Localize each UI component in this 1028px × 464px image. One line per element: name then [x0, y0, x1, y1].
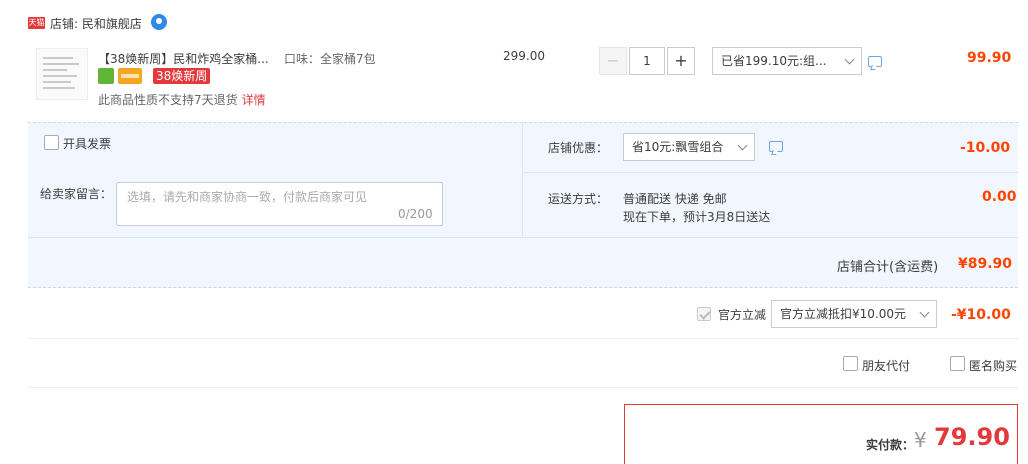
shop-discount-label: 店铺优惠： — [548, 141, 609, 155]
promo-tag: 38焕新周 — [153, 68, 211, 84]
item-sku: 口味：全家桶7包 — [284, 52, 376, 66]
quantity-input[interactable]: 1 — [629, 47, 665, 75]
message-char-count: 0/200 — [398, 207, 433, 221]
food-safety-icon — [98, 68, 114, 84]
payment-label: 实付款： — [866, 438, 915, 452]
shop-name[interactable]: 店铺: 民和旗舰店 — [50, 15, 142, 32]
official-discount-value: -¥10.00 — [951, 307, 1011, 323]
anonymous-label[interactable]: 匿名购买 — [969, 357, 1017, 374]
divider — [522, 122, 523, 237]
item-title[interactable]: 【38焕新周】民和炸鸡全家桶... — [98, 50, 269, 67]
invoice-checkbox[interactable] — [44, 135, 59, 150]
shop-discount-select[interactable]: 省10元:飘雪组合 — [623, 133, 755, 161]
invoice-label[interactable]: 开具发票 — [63, 135, 111, 152]
comment-icon[interactable] — [868, 56, 882, 67]
shop-discount-value: -10.00 — [960, 140, 1011, 156]
divider — [28, 387, 1018, 388]
official-discount-checkbox[interactable] — [697, 307, 711, 321]
item-saving-select[interactable]: 已省199.10元:组... — [712, 47, 862, 75]
friend-pay-label[interactable]: 朋友代付 — [862, 357, 910, 374]
wangwang-chat-icon[interactable] — [151, 14, 167, 30]
tmall-badge: 天猫 — [28, 17, 45, 29]
shipping-fee: 0.00 — [982, 189, 1017, 205]
shipping-label: 运送方式： — [548, 192, 609, 206]
friend-pay-checkbox[interactable] — [843, 356, 858, 371]
quantity-stepper: − 1 + — [599, 47, 695, 75]
message-placeholder: 选填，请先和商家协商一致，付款后商家可见 — [127, 190, 368, 204]
payment-amount: 79.90 — [934, 423, 1010, 451]
item-total: 99.90 — [967, 50, 1012, 66]
official-discount-select[interactable]: 官方立减抵扣¥10.00元 — [771, 300, 937, 328]
shop-total-value: ¥89.90 — [958, 256, 1013, 272]
unit-price: 299.00 — [503, 49, 545, 63]
product-thumbnail[interactable] — [36, 48, 88, 100]
message-label: 给卖家留言： — [40, 187, 113, 201]
increase-button[interactable]: + — [667, 47, 695, 75]
divider — [522, 172, 1018, 173]
chevron-down-icon — [919, 307, 930, 318]
shipping-method: 普通配送 快递 免邮 — [623, 192, 727, 206]
comment-icon[interactable] — [769, 141, 783, 152]
shipping-eta: 现在下单，预计3月8日送达 — [623, 210, 771, 224]
return-policy-note: 此商品性质不支持7天退货 详情 — [98, 93, 266, 107]
official-discount-label: 官方立减 — [718, 308, 767, 322]
chevron-down-icon — [844, 54, 855, 65]
divider — [28, 237, 1018, 238]
divider — [28, 338, 1018, 339]
decrease-button[interactable]: − — [599, 47, 627, 75]
shop-total-label: 店铺合计(含运费) — [837, 260, 939, 275]
details-link[interactable]: 详情 — [242, 93, 266, 107]
currency-symbol: ¥ — [914, 428, 927, 452]
credit-card-icon — [118, 68, 142, 84]
chevron-down-icon — [737, 140, 748, 151]
anonymous-checkbox[interactable] — [950, 356, 965, 371]
